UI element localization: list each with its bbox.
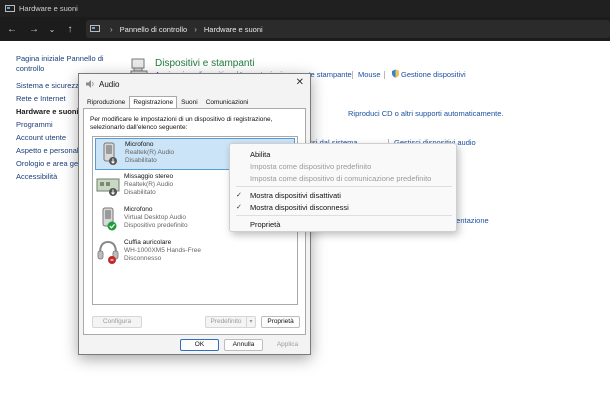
close-icon[interactable]: ✕ xyxy=(296,77,304,88)
up-arrow-icon[interactable]: ↑ xyxy=(61,20,79,38)
device-name: Microfono xyxy=(125,141,154,148)
address-breadcrumb[interactable]: › Pannello di controllo › Hardware e suo… xyxy=(86,20,610,38)
back-arrow-icon[interactable]: ← xyxy=(3,20,21,38)
mouse-link[interactable]: Mouse xyxy=(358,70,381,79)
configure-button[interactable]: Configura xyxy=(92,316,142,328)
device-item-headset[interactable]: Cuffia auricolare WH-1000XM5 Hands-Free … xyxy=(95,237,295,269)
dialog-title-bar: Audio xyxy=(85,79,119,89)
tab-sounds[interactable]: Suoni xyxy=(177,96,202,108)
nav-accessibility[interactable]: Accessibilità xyxy=(16,172,84,182)
microphone-icon xyxy=(97,141,121,167)
set-default-button[interactable]: Predefinito xyxy=(205,316,246,328)
nav-control-panel-home[interactable]: Pagina iniziale Pannello di controllo xyxy=(16,54,106,74)
menu-item-properties[interactable]: Proprietà xyxy=(250,220,280,229)
device-status: Dispositivo predefinito xyxy=(124,222,188,229)
devices-printers-title[interactable]: Dispositivi e stampanti xyxy=(155,58,254,69)
speaker-icon xyxy=(86,80,94,88)
device-driver: Realtek(R) Audio xyxy=(125,149,175,156)
breadcrumb-hardware-sound[interactable]: Hardware e suoni xyxy=(204,25,263,34)
checkmark-icon: ✓ xyxy=(236,204,242,211)
menu-item-set-default[interactable]: Imposta come dispositivo predefinito xyxy=(250,162,371,171)
device-status: Disabilitato xyxy=(125,157,157,164)
control-panel-icon xyxy=(90,25,100,32)
control-panel-icon xyxy=(5,4,15,12)
device-name: Microfono xyxy=(124,206,153,213)
device-name: Missaggio stereo xyxy=(124,173,174,180)
nav-user-accounts[interactable]: Account utente xyxy=(16,133,84,143)
device-driver: WH-1000XM5 Hands-Free xyxy=(124,247,201,254)
menu-item-show-disabled[interactable]: ✓ Mostra dispositivi disattivati xyxy=(236,191,341,200)
tab-communications[interactable]: Comunicazioni xyxy=(202,96,253,108)
window-title: Hardware e suoni xyxy=(19,4,78,13)
properties-button[interactable]: Proprietà xyxy=(261,316,300,328)
device-name: Cuffia auricolare xyxy=(124,239,172,246)
menu-item-enable[interactable]: Abilita xyxy=(250,150,270,159)
soundcard-icon xyxy=(96,173,120,199)
breadcrumb-separator-icon: › xyxy=(110,24,113,34)
dialog-title: Audio xyxy=(99,79,120,89)
link-separator xyxy=(352,71,353,79)
menu-separator xyxy=(236,186,452,187)
nav-clock-region[interactable]: Orologio e area geografica xyxy=(16,159,105,169)
address-bar-row: ← → ⌄ ↑ › Pannello di controllo › Hardwa… xyxy=(0,17,610,41)
cancel-button[interactable]: Annulla xyxy=(224,339,263,351)
apply-button[interactable]: Applica xyxy=(268,339,307,351)
breadcrumb-separator-icon: › xyxy=(194,24,197,34)
device-context-menu: Abilita Imposta come dispositivo predefi… xyxy=(229,143,457,232)
tab-playback[interactable]: Riproduzione xyxy=(83,96,129,108)
nav-system-security[interactable]: Sistema e sicurezza xyxy=(16,81,84,91)
set-default-dropdown-chevron-icon[interactable]: ▾ xyxy=(246,316,256,328)
autoplay-cd-link[interactable]: Riproduci CD o altri supporti automatica… xyxy=(348,109,504,118)
menu-item-show-disabled-label: Mostra dispositivi disattivati xyxy=(250,191,341,200)
nav-network-internet[interactable]: Rete e Internet xyxy=(16,94,84,104)
recording-instructions: Per modificare le impostazioni di un dis… xyxy=(90,116,273,131)
left-nav-pane: Pagina iniziale Pannello di controllo Si… xyxy=(16,54,110,185)
nav-programs[interactable]: Programmi xyxy=(16,120,84,130)
recent-locations-chevron-icon[interactable]: ⌄ xyxy=(43,20,61,38)
window-title-bar: Hardware e suoni xyxy=(0,0,610,17)
menu-item-show-disconnected-label: Mostra dispositivi disconnessi xyxy=(250,203,349,212)
breadcrumb-control-panel[interactable]: Pannello di controllo xyxy=(120,25,188,34)
nav-hardware-sound[interactable]: Hardware e suoni xyxy=(16,107,84,117)
nav-appearance[interactable]: Aspetto e personalizzazione xyxy=(16,146,110,156)
microphone-icon xyxy=(96,206,120,232)
forward-arrow-icon[interactable]: → xyxy=(25,20,43,38)
menu-separator xyxy=(236,215,452,216)
device-driver: Virtual Desktop Audio xyxy=(124,214,187,221)
power-options-link[interactable]: ..entazione xyxy=(452,216,489,225)
device-manager-link[interactable]: Gestione dispositivi xyxy=(401,70,466,79)
menu-item-show-disconnected[interactable]: ✓ Mostra dispositivi disconnessi xyxy=(236,203,349,212)
menu-item-set-default-communication[interactable]: Imposta come dispositivo di comunicazion… xyxy=(250,174,431,183)
shield-icon xyxy=(392,69,399,78)
link-separator xyxy=(384,71,385,79)
dialog-tabs: Riproduzione Registrazione Suoni Comunic… xyxy=(83,96,253,109)
device-driver: Realtek(R) Audio xyxy=(124,181,174,188)
device-status: Disabilitato xyxy=(124,189,156,196)
device-status: Disconnesso xyxy=(124,255,162,262)
checkmark-icon: ✓ xyxy=(236,192,242,199)
headset-icon xyxy=(96,239,120,265)
ok-button[interactable]: OK xyxy=(180,339,219,351)
